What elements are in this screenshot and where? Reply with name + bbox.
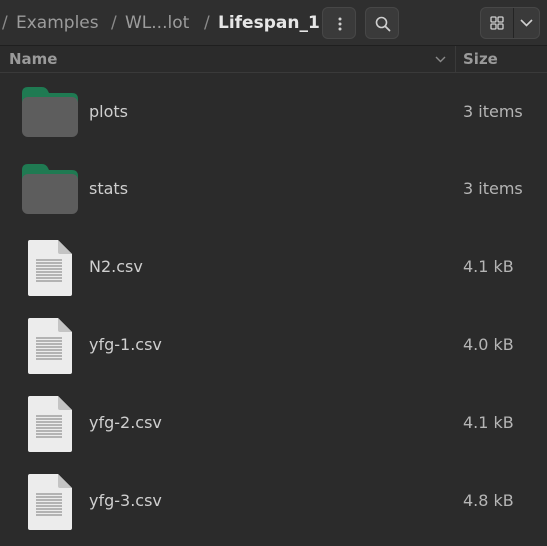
column-header-name[interactable]: Name [9, 46, 57, 73]
file-size: 4.1 kB [463, 413, 514, 432]
column-header-size[interactable]: Size [463, 46, 498, 73]
vertical-dots-icon [338, 17, 342, 31]
file-row[interactable]: yfg-2.csv 4.1 kB [0, 384, 547, 462]
breadcrumb-item-examples[interactable]: Examples [16, 0, 99, 46]
file-name: stats [89, 179, 129, 198]
path-separator: / [204, 13, 210, 33]
file-size: 4.8 kB [463, 491, 514, 510]
file-name: yfg-2.csv [89, 413, 162, 432]
folder-menu-button[interactable] [322, 7, 356, 39]
search-icon [375, 16, 391, 32]
file-size: 4.1 kB [463, 257, 514, 276]
text-file-icon [20, 462, 80, 540]
text-file-icon [20, 384, 80, 462]
grid-view-button[interactable] [481, 8, 513, 38]
folder-icon [20, 150, 80, 228]
folder-icon [20, 73, 80, 151]
search-button[interactable] [365, 7, 399, 39]
view-options-dropdown[interactable] [514, 8, 539, 38]
file-size: 4.0 kB [463, 335, 514, 354]
sort-chevron-icon [435, 56, 446, 63]
chevron-down-icon [520, 19, 533, 27]
grid-view-icon [490, 16, 504, 30]
text-file-icon [20, 306, 80, 384]
text-file-icon [20, 228, 80, 306]
breadcrumb-item-wl-lot[interactable]: WL...lot [125, 0, 189, 46]
file-row[interactable]: N2.csv 4.1 kB [0, 228, 547, 306]
file-row[interactable]: yfg-1.csv 4.0 kB [0, 306, 547, 384]
file-name: plots [89, 102, 128, 121]
path-bar: / Examples / WL...lot / Lifespan_1 [0, 0, 547, 46]
file-name: yfg-3.csv [89, 491, 162, 510]
file-name: yfg-1.csv [89, 335, 162, 354]
breadcrumb-item-current[interactable]: Lifespan_1 [218, 0, 320, 46]
file-name: N2.csv [89, 257, 143, 276]
path-separator: / [111, 13, 117, 33]
file-size: 3 items [463, 179, 523, 198]
file-row[interactable]: stats 3 items [0, 150, 547, 228]
path-separator: / [2, 13, 8, 33]
file-row[interactable]: yfg-3.csv 4.8 kB [0, 462, 547, 540]
view-switcher [480, 7, 540, 39]
file-size: 3 items [463, 102, 523, 121]
column-divider [455, 46, 456, 73]
column-header-row: Name Size [0, 46, 547, 73]
file-row[interactable]: plots 3 items [0, 73, 547, 151]
